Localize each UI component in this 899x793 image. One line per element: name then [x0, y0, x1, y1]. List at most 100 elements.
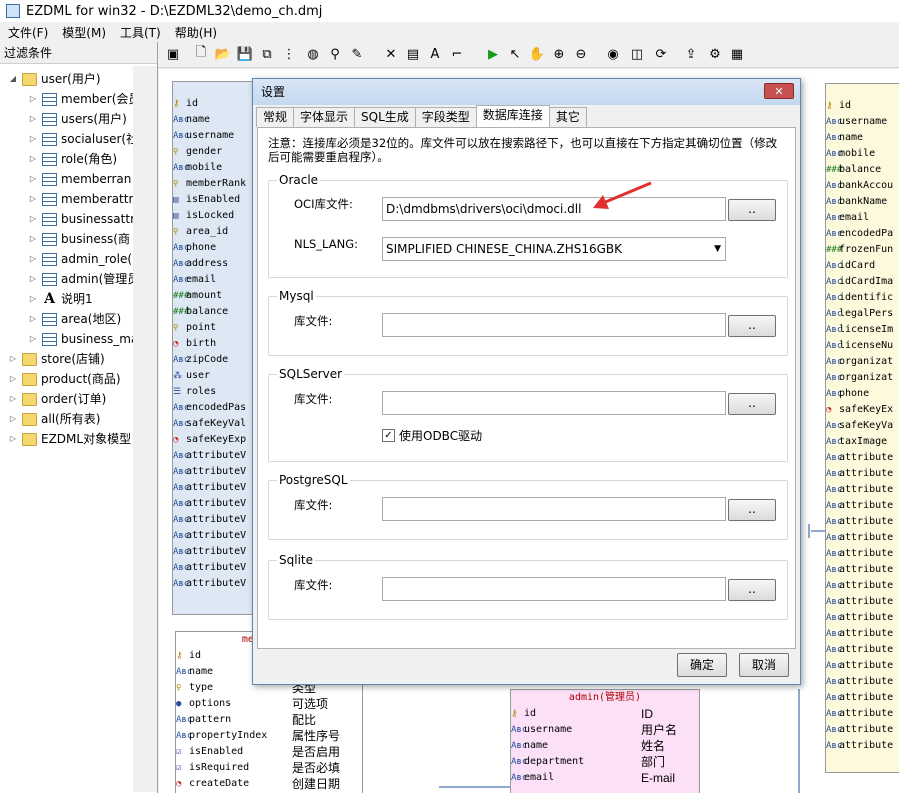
save-icon[interactable]: 💾 — [236, 45, 254, 63]
expand-icon[interactable]: ▷ — [28, 130, 38, 148]
postgresql-title: PostgreSQL — [277, 473, 350, 487]
expand-icon[interactable]: ▷ — [8, 410, 18, 428]
expand-icon[interactable]: ▷ — [8, 350, 18, 368]
menu-tools[interactable]: 工具(T) — [120, 24, 161, 41]
hand-icon[interactable]: ✋ — [528, 45, 546, 63]
nls-lang-select[interactable]: SIMPLIFIED CHINESE_CHINA.ZHS16GBK ▼ — [382, 237, 726, 261]
image-icon[interactable]: ▦ — [728, 45, 746, 63]
cancel-button[interactable]: 取消 — [739, 653, 789, 677]
tree-item[interactable]: ▷ users(用户) — [28, 110, 127, 128]
sqlserver-browse-button[interactable]: .. — [728, 393, 776, 415]
export-icon[interactable]: ⇪ — [682, 45, 700, 63]
tree-item-label: memberran — [61, 172, 132, 186]
find-icon[interactable]: ⚲ — [326, 45, 344, 63]
pointer-icon[interactable]: ↖ — [506, 45, 524, 63]
eye-icon[interactable]: ◉ — [604, 45, 622, 63]
tree-item-label: store(店铺) — [41, 352, 105, 366]
tab-1[interactable]: 字体显示 — [293, 107, 356, 127]
new-icon[interactable]: 🗋 — [192, 45, 210, 63]
oci-label: OCI库文件: — [294, 197, 353, 211]
tree-item[interactable]: ▷ business(商 — [28, 230, 130, 248]
text-add-icon[interactable]: A — [426, 45, 444, 63]
tab-3[interactable]: 字段类型 — [414, 107, 477, 127]
sqlserver-library-field[interactable] — [382, 391, 726, 415]
expand-icon[interactable]: ▷ — [28, 230, 38, 248]
tree-item[interactable]: ▷ store(店铺) — [8, 350, 105, 368]
tree-item[interactable]: ▷ socialuser(社 — [28, 130, 138, 148]
menu-help[interactable]: 帮助(H) — [175, 24, 217, 41]
tree-item[interactable]: ▷ role(角色) — [28, 150, 117, 168]
tree-item[interactable]: ▷ memberran — [28, 170, 131, 188]
menu-model[interactable]: 模型(M) — [62, 24, 106, 41]
mysql-library-field[interactable] — [382, 313, 726, 337]
odbc-checkbox[interactable]: ✓ 使用ODBC驱动 — [382, 427, 482, 444]
menu-file[interactable]: 文件(F) — [8, 24, 48, 41]
tab-2[interactable]: SQL生成 — [354, 107, 416, 127]
expand-icon[interactable]: ▷ — [28, 310, 38, 328]
expand-icon[interactable]: ▷ — [28, 250, 38, 268]
tree-item[interactable]: ▷ businessattr — [28, 210, 135, 228]
close-icon[interactable]: ✕ — [764, 83, 794, 99]
postgresql-browse-button[interactable]: .. — [728, 499, 776, 521]
copy-icon[interactable]: ⧉ — [258, 45, 276, 63]
expand-icon[interactable]: ▷ — [8, 370, 18, 388]
model-icon[interactable]: ▣ — [164, 45, 182, 63]
tree-item[interactable]: ◢ user(用户) — [8, 70, 101, 88]
tree-item[interactable]: ▷ admin(管理员 — [28, 270, 139, 288]
oci-browse-button[interactable]: .. — [728, 199, 776, 221]
tree-item[interactable]: ▷ member(会员 — [28, 90, 140, 108]
db-icon[interactable]: ◫ — [628, 45, 646, 63]
pen-icon[interactable]: ✎ — [348, 45, 366, 63]
collapse-icon[interactable]: ◢ — [8, 70, 18, 88]
tab-5[interactable]: 其它 — [548, 107, 587, 127]
checkbox-checked-icon[interactable]: ✓ — [382, 429, 395, 442]
expand-icon[interactable]: ▷ — [28, 90, 38, 108]
settings-icon[interactable]: ⚙ — [706, 45, 724, 63]
tree-item[interactable]: ▷ admin_role( — [28, 250, 132, 268]
tab-4[interactable]: 数据库连接 — [475, 105, 550, 127]
tree-item[interactable]: ▷ EZDML对象模型 — [8, 430, 131, 448]
open-icon[interactable]: 📂 — [214, 45, 232, 63]
chevron-down-icon[interactable]: ▼ — [714, 238, 721, 260]
expand-icon[interactable]: ▷ — [28, 270, 38, 288]
expand-icon[interactable]: ▷ — [8, 430, 18, 448]
expand-icon[interactable]: ▷ — [28, 110, 38, 128]
filter-caption[interactable]: 过滤条件 — [0, 42, 157, 64]
tree-item[interactable]: ▷ product(商品) — [8, 370, 121, 388]
tree-item[interactable]: ▷ all(所有表) — [8, 410, 100, 428]
tree-item-label: EZDML对象模型 — [41, 432, 132, 446]
zoom-in-icon[interactable]: ⊕ — [550, 45, 568, 63]
run-icon[interactable]: ▶ — [484, 45, 502, 63]
tree-item[interactable]: ▷ memberattr — [28, 190, 133, 208]
tab-0[interactable]: 常规 — [256, 107, 295, 127]
oci-library-field[interactable]: D:\dmdbms\drivers\oci\dmoci.dll — [382, 197, 726, 221]
expand-icon[interactable]: ▷ — [28, 290, 38, 308]
globe-icon[interactable]: ◍ — [304, 45, 322, 63]
sqlite-browse-button[interactable]: .. — [728, 579, 776, 601]
folder-icon — [22, 392, 37, 406]
expand-icon[interactable]: ▷ — [28, 150, 38, 168]
tree-scrollbar[interactable] — [133, 66, 157, 792]
delete-icon[interactable]: ✕ — [382, 45, 400, 63]
expand-icon[interactable]: ▷ — [28, 330, 38, 348]
sqlserver-lib-label: 库文件: — [294, 392, 333, 406]
sqlite-library-field[interactable] — [382, 577, 726, 601]
ok-button[interactable]: 确定 — [677, 653, 727, 677]
link-icon[interactable]: ⌐ — [448, 45, 466, 63]
mysql-browse-button[interactable]: .. — [728, 315, 776, 337]
tree-icon[interactable]: ⋮ — [280, 45, 298, 63]
refresh-icon[interactable]: ⟳ — [652, 45, 670, 63]
expand-icon[interactable]: ▷ — [28, 170, 38, 188]
postgresql-library-field[interactable] — [382, 497, 726, 521]
zoom-out-icon[interactable]: ⊖ — [572, 45, 590, 63]
tree-item[interactable]: ▷ business_ma — [28, 330, 138, 348]
table-add-icon[interactable]: ▤ — [404, 45, 422, 63]
nls-lang-value: SIMPLIFIED CHINESE_CHINA.ZHS16GBK — [386, 242, 623, 256]
mysql-lib-label: 库文件: — [294, 314, 333, 328]
expand-icon[interactable]: ▷ — [28, 190, 38, 208]
tree-item[interactable]: ▷ A 说明1 — [28, 290, 93, 308]
tree-item[interactable]: ▷ order(订单) — [8, 390, 106, 408]
tree-item[interactable]: ▷ area(地区) — [28, 310, 121, 328]
expand-icon[interactable]: ▷ — [28, 210, 38, 228]
expand-icon[interactable]: ▷ — [8, 390, 18, 408]
